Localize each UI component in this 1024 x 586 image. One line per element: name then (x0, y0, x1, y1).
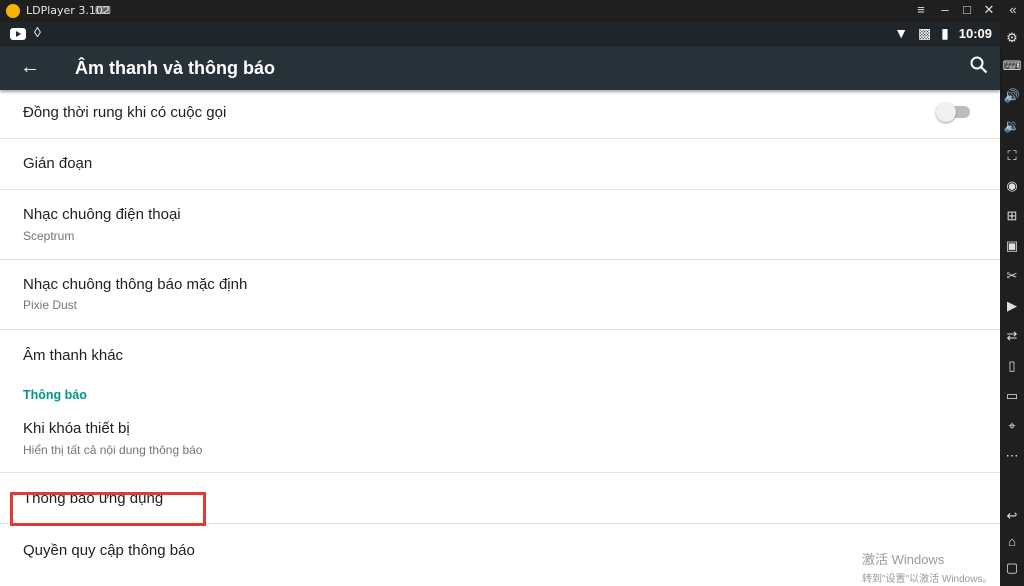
home-icon[interactable]: ⌂ (1000, 534, 1024, 549)
no-sim-icon: ▩ (918, 25, 932, 41)
rotate-icon[interactable]: ▯ (1000, 358, 1024, 374)
collapse-sidebar-button[interactable]: « (1004, 2, 1022, 17)
interruptions-row[interactable]: Gián đoạn (0, 139, 1000, 190)
back-arrow-icon[interactable]: ← (20, 56, 40, 79)
more-icon[interactable]: ⋯ (1000, 448, 1024, 464)
cut-icon[interactable]: ✂ (1000, 268, 1024, 284)
ringtone-title: Nhạc chuông điện thoại (23, 206, 181, 223)
gamepad-icon[interactable]: ⌨ (95, 4, 111, 17)
maximize-button[interactable]: □ (958, 2, 976, 17)
lock-screen-row[interactable]: Khi khóa thiết bị Hiển thị tất cả nội du… (0, 408, 1000, 473)
vibrate-toggle[interactable] (936, 102, 970, 122)
settings-icon[interactable]: ⚙ (1000, 30, 1024, 46)
interruptions-title: Gián đoạn (23, 155, 93, 172)
location-icon[interactable]: ⌖ (1000, 418, 1024, 434)
page-title: Âm thanh và thông báo (75, 58, 275, 78)
record-icon[interactable]: ◉ (1000, 178, 1024, 194)
watermark-line1: 激活 Windows (862, 552, 945, 567)
screen-icon[interactable]: ▭ (1000, 388, 1024, 404)
default-notification-subtitle: Pixie Dust (23, 298, 78, 312)
emulator-toolbar: ⚙ ⌨ 🔊 🔉 ⛶ ◉ ⊞ ▣ ✂ ▶ ⇄ ▯ ▭ ⌖ ⋯ ↩ ⌂ ▢ (1000, 22, 1024, 586)
lock-screen-subtitle: Hiển thị tất cả nội dung thông báo (23, 443, 203, 457)
vpn-drop-icon: ◊ (34, 24, 41, 40)
apk-icon[interactable]: ▣ (1000, 238, 1024, 254)
vibrate-setting-title: Đồng thời rung khi có cuộc gọi (23, 104, 227, 121)
video-icon[interactable]: ▶ (1000, 298, 1024, 314)
add-app-icon[interactable]: ⊞ (1000, 208, 1024, 224)
notification-access-row[interactable]: Quyền quy cập thông báo (0, 524, 1000, 576)
default-notification-title: Nhạc chuông thông báo mặc định (23, 276, 248, 293)
sync-icon[interactable]: ⇄ (1000, 328, 1024, 344)
ringtone-row[interactable]: Nhạc chuông điện thoại Sceptrum (0, 190, 1000, 260)
section-title: Thông báo (23, 388, 87, 402)
notification-access-title: Quyền quy cập thông báo (23, 542, 195, 559)
clock: 10:09 (958, 26, 992, 41)
menu-button[interactable]: ≡ (912, 2, 930, 17)
volume-up-icon[interactable]: 🔊 (1000, 88, 1024, 104)
wifi-icon: ▼ (894, 25, 909, 41)
recent-icon[interactable]: ▢ (1000, 560, 1024, 576)
default-notification-row[interactable]: Nhạc chuông thông báo mặc định Pixie Dus… (0, 260, 1000, 330)
volume-down-icon[interactable]: 🔉 (1000, 118, 1024, 134)
other-sounds-row[interactable]: Âm thanh khác (0, 330, 1000, 380)
windows-activation-watermark: 激活 Windows 转到"设置"以激活 Windows。 (862, 549, 992, 585)
ldplayer-logo-icon (6, 4, 20, 18)
settings-list: Đồng thời rung khi có cuộc gọi Gián đoạn… (0, 90, 1000, 586)
battery-icon: ▮ (941, 25, 949, 41)
watermark-line2: 转到"设置"以激活 Windows。 (862, 574, 993, 585)
fullscreen-icon[interactable]: ⛶ (1000, 148, 1024, 164)
android-statusbar: ◊ ▼ ▩ ▮ 10:09 (0, 22, 1000, 46)
keyboard-icon[interactable]: ⌨ (1000, 58, 1024, 74)
ringtone-subtitle: Sceptrum (23, 229, 75, 243)
lock-screen-title: Khi khóa thiết bị (23, 420, 130, 437)
search-icon[interactable] (970, 56, 988, 79)
youtube-icon (10, 28, 26, 40)
highlight-box (10, 492, 206, 526)
status-icons: ▼ ▩ ▮ 10:09 (888, 25, 992, 42)
other-sounds-title: Âm thanh khác (23, 347, 124, 364)
back-icon[interactable]: ↩ (1000, 508, 1024, 524)
close-button[interactable]: ✕ (980, 2, 998, 18)
notifications-section-header: Thông báo (0, 380, 1000, 408)
minimize-button[interactable]: – (936, 2, 954, 17)
window-titlebar: LDPlayer 3.102 ⌨ ≡ – □ ✕ « (0, 0, 1024, 22)
toggle-knob (936, 102, 956, 122)
vibrate-setting-row[interactable]: Đồng thời rung khi có cuộc gọi (0, 90, 1000, 139)
app-bar: ← Âm thanh và thông báo (0, 46, 1000, 90)
